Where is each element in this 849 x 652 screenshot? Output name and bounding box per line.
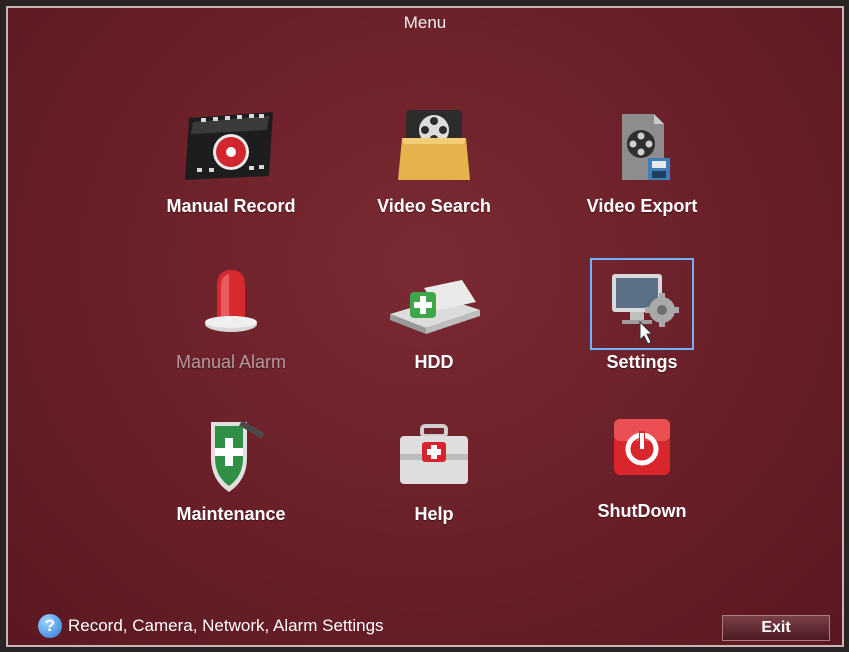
monitor-gear-icon (612, 274, 679, 345)
tile-help[interactable]: Help (344, 416, 524, 536)
tile-label: Video Search (377, 196, 491, 216)
help-icon[interactable]: ? (38, 614, 62, 638)
tile-manual-record[interactable]: Manual Record (141, 108, 321, 228)
tile-video-search[interactable]: Video Search (344, 108, 524, 228)
tile-shutdown[interactable]: ShutDown (552, 413, 732, 533)
siren-icon (205, 270, 257, 332)
tile-hdd[interactable]: HDD (344, 264, 524, 384)
tile-label: HDD (414, 352, 454, 372)
folder-film-icon (398, 110, 470, 180)
tile-label: Manual Record (166, 196, 296, 216)
tile-settings[interactable]: Settings (552, 258, 732, 384)
status-hint: Record, Camera, Network, Alarm Settings (68, 616, 384, 635)
tile-video-export[interactable]: Video Export (552, 108, 732, 228)
tile-label: Settings (606, 352, 678, 372)
tile-label: Help (414, 504, 454, 524)
tile-label: Maintenance (176, 504, 286, 524)
shield-wrench-icon (211, 420, 265, 492)
tile-label: ShutDown (597, 501, 687, 521)
hdd-icon (390, 280, 480, 334)
dvr-menu-screen: Menu Manual Record Video Search Video Ex… (6, 6, 844, 647)
status-bar: ? Record, Camera, Network, Alarm Setting… (38, 613, 384, 639)
film-export-icon (622, 114, 670, 180)
first-aid-box-icon (400, 424, 468, 484)
menu-title: Menu (403, 13, 447, 32)
exit-button[interactable]: Exit (722, 615, 830, 641)
tile-label: Manual Alarm (175, 352, 287, 372)
film-record-icon (185, 112, 273, 180)
tile-maintenance[interactable]: Maintenance (141, 416, 321, 536)
power-icon (614, 419, 670, 475)
tile-manual-alarm[interactable]: Manual Alarm (141, 264, 321, 384)
tile-label: Video Export (586, 196, 698, 216)
